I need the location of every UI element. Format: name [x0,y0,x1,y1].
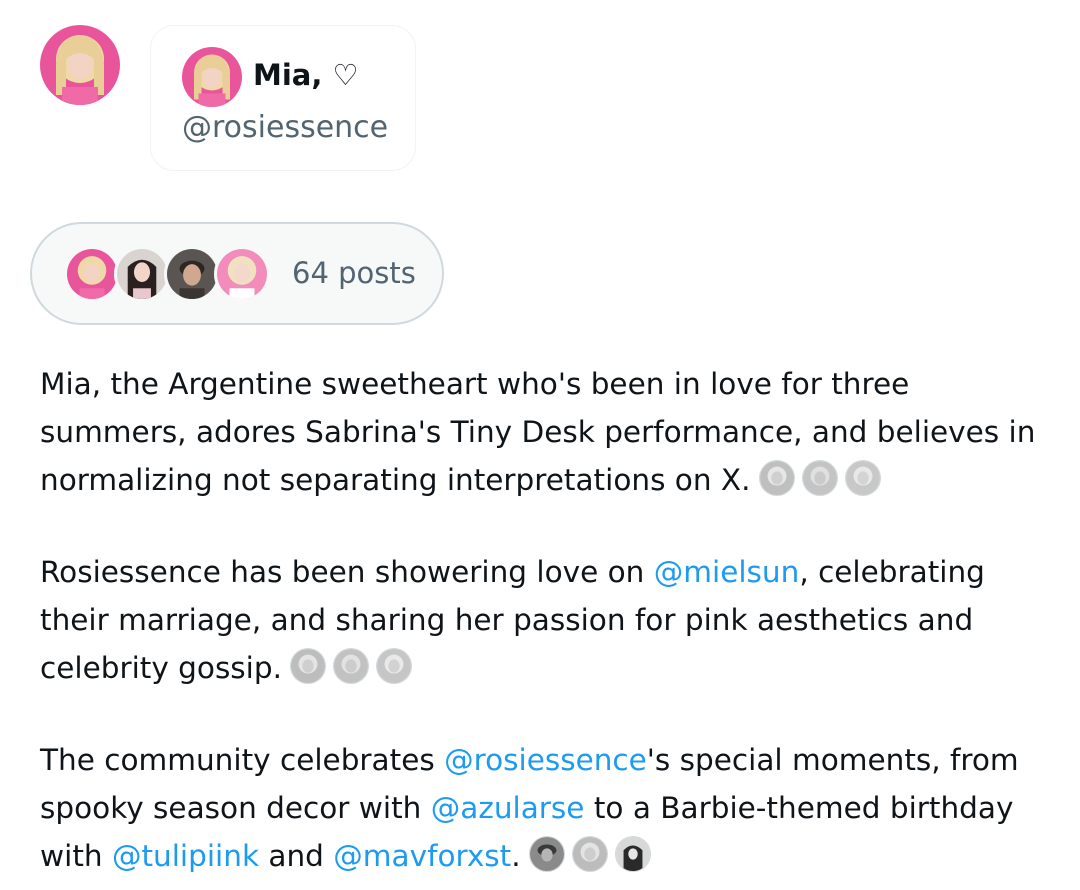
mention-mavforxst[interactable]: @mavforxst [333,839,511,873]
mention-tulipiink[interactable]: @tulipiink [112,839,259,873]
posts-count: 64 posts [292,256,416,290]
stack-avatar-2 [114,246,170,302]
summary-paragraph-3: The community celebrates @rosiessence's … [40,736,1050,886]
summary-text-3d: and [259,839,334,873]
summary-text-2a: Rosiessence has been showering love on [40,555,654,589]
source-avatar[interactable] [758,460,795,496]
stack-avatar-4 [214,246,270,302]
summary-paragraph-1: Mia, the Argentine sweetheart who's been… [40,360,1050,510]
source-avatar[interactable] [528,836,565,872]
summary-paragraph-2: Rosiessence has been showering love on @… [40,548,1050,698]
page: Mia, ♡ @rosiessence 64 posts Mia, the Ar… [0,0,1080,890]
source-avatar[interactable] [332,648,369,684]
source-avatars-3[interactable] [528,836,658,886]
source-avatar[interactable] [571,836,608,872]
source-avatars-2[interactable] [289,648,419,698]
source-avatar[interactable] [289,648,326,684]
card-avatar [182,47,242,107]
summary-text-3a: The community celebrates [40,743,445,777]
handle: @rosiessence [182,110,389,145]
profile-avatar[interactable] [40,25,120,105]
source-avatar[interactable] [375,648,412,684]
source-avatar[interactable] [801,460,838,496]
profile-avatar-image [40,25,120,105]
mention-rosiessence[interactable]: @rosiessence [444,743,647,777]
avatar-stack [64,246,274,302]
stack-avatar-3 [164,246,220,302]
card-avatar-image [182,47,242,107]
mention-azularse[interactable]: @azularse [431,791,585,825]
source-avatar[interactable] [614,836,651,872]
display-name: Mia, ♡ [253,58,359,92]
profile-card[interactable]: Mia, ♡ @rosiessence [150,25,416,171]
source-avatar[interactable] [844,460,881,496]
summary: Mia, the Argentine sweetheart who's been… [40,360,1050,890]
summary-text-3e: . [511,839,521,873]
source-avatars-1[interactable] [758,460,888,510]
stack-avatar-1 [64,246,120,302]
posts-pill[interactable]: 64 posts [30,222,444,325]
mention-mielsun[interactable]: @mielsun [654,555,800,589]
